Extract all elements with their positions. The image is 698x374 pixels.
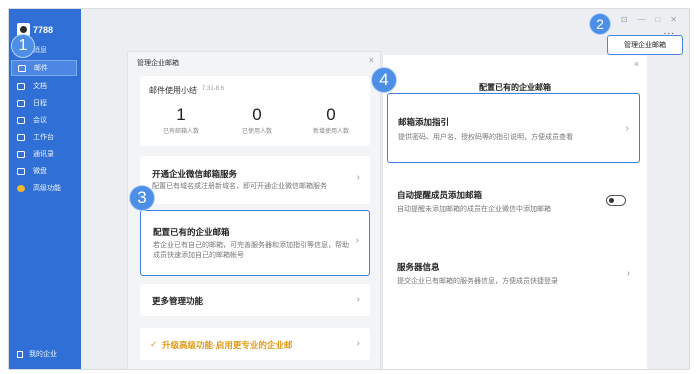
item-title: 邮箱添加指引 [398, 117, 450, 127]
item-description: 自动提醒未添加邮箱的成员在企业微信中添加邮箱 [397, 206, 551, 213]
contacts-icon [17, 150, 25, 158]
mail-add-guide-item[interactable]: 邮箱添加指引 提供密码、用户名、授权码等的指引说明，方便成员查看 › [387, 93, 640, 163]
chevron-right-icon: › [625, 123, 629, 134]
mail-icon [18, 64, 26, 72]
stat-used-count: 0 已使用人数 [222, 105, 292, 136]
chevron-right-icon: › [356, 172, 360, 183]
star-icon [17, 184, 25, 192]
card-description: 配置已有域名或注册新域名，即可开通企业微信邮箱服务 [152, 183, 327, 190]
card-description: 若企业已有自己的邮箱，可完善服务器和添加指引等信息，帮助成员快速添加自己的邮箱帐… [153, 242, 349, 259]
open-mail-service-card[interactable]: 开通企业微信邮箱服务 配置已有域名或注册新域名，即可开通企业微信邮箱服务 › [140, 156, 370, 204]
building-icon [17, 350, 23, 358]
close-icon[interactable]: ✕ [670, 15, 677, 24]
sidebar-item-label: 通讯录 [33, 151, 54, 158]
card-title: 更多管理功能 [152, 296, 204, 306]
chevron-right-icon: › [356, 338, 360, 349]
summary-date-range: 7.31-8.6 [202, 86, 225, 92]
server-info-item[interactable]: 服务器信息 提交企业已有邮箱的服务器信息，方便成员快捷登录 › [387, 251, 640, 295]
mail-usage-summary-card: 邮件使用小结 7.31-8.6 1 已有邮箱人数 0 已使用人数 0 新增使用人… [140, 76, 370, 146]
chevron-right-icon: › [355, 235, 359, 246]
grid-icon [17, 133, 25, 141]
drive-icon [17, 167, 25, 175]
step-marker-2: 2 [589, 13, 611, 35]
upgrade-icon: ✓ [150, 339, 158, 349]
stat-label: 已使用人数 [241, 129, 272, 135]
chevron-right-icon: › [356, 294, 360, 305]
sidebar-item-label: 工作台 [33, 134, 54, 141]
sidebar-item-label: 微盘 [33, 168, 47, 175]
sidebar-item-workbench[interactable]: 工作台 [11, 129, 77, 145]
more-management-card[interactable]: 更多管理功能 › [140, 284, 370, 316]
user-name: 7788 [33, 25, 54, 35]
auto-remind-item: 自动提醒成员添加邮箱 自动提醒未添加邮箱的成员在企业微信中添加邮箱 [387, 179, 640, 223]
sidebar-item-label: 高级功能 [33, 185, 61, 192]
pin-icon[interactable]: ⊡ [621, 15, 628, 24]
sidebar-item-my-enterprise[interactable]: 我的企业 [17, 349, 57, 359]
stat-value: 0 [252, 105, 262, 124]
configure-existing-mail-card[interactable]: 配置已有的企业邮箱 若企业已有自己的邮箱，可完善服务器和添加指引等信息，帮助成员… [140, 210, 370, 276]
sidebar-item-calendar[interactable]: 日程 [11, 95, 77, 111]
sidebar-item-label: 消息 [33, 47, 47, 54]
window-controls: ⊡ — □ ✕ [621, 15, 677, 24]
item-description: 提供密码、用户名、授权码等的指引说明，方便成员查看 [398, 134, 573, 141]
sidebar-item-meeting[interactable]: 会议 [11, 112, 77, 128]
sidebar-item-drive[interactable]: 微盘 [11, 163, 77, 179]
sidebar-item-contacts[interactable]: 通讯录 [11, 146, 77, 162]
panel-title: 配置已有的企业邮箱 [479, 83, 551, 92]
sidebar-item-label: 文档 [33, 83, 47, 90]
stat-value: 0 [326, 105, 336, 124]
sidebar-item-mail[interactable]: 邮件 [11, 60, 77, 76]
configure-existing-mail-panel: × 配置已有的企业邮箱 邮箱添加指引 提供密码、用户名、授权码等的指引说明，方便… [382, 55, 647, 369]
sidebar-item-docs[interactable]: 文档 [11, 78, 77, 94]
stat-label: 已有邮箱人数 [162, 129, 199, 135]
card-title: 升级高级功能·启用更专业的企业邮 [162, 340, 293, 350]
dialog-title: 管理企业邮箱 [137, 60, 179, 67]
app-window: 7788 消息 邮件 文档 日程 会议 工作台 通讯录 微盘 高级功能 我的企业… [8, 8, 690, 370]
calendar-icon [17, 99, 25, 107]
stat-label: 新增使用人数 [312, 129, 349, 135]
summary-title: 邮件使用小结 [149, 86, 197, 95]
dialog-close-button[interactable]: × [369, 55, 374, 65]
stat-mailbox-count: 1 已有邮箱人数 [146, 105, 216, 136]
maximize-icon[interactable]: □ [655, 15, 660, 24]
item-title: 自动提醒成员添加邮箱 [397, 190, 483, 200]
sidebar-item-label: 日程 [33, 100, 47, 107]
step-marker-4: 4 [371, 67, 397, 93]
stat-value: 1 [176, 105, 186, 124]
document-icon [17, 82, 25, 90]
chevron-right-icon: › [626, 268, 630, 279]
step-marker-3: 3 [129, 185, 155, 211]
meeting-icon [17, 116, 25, 124]
upgrade-card[interactable]: ✓ 升级高级功能·启用更专业的企业邮 › [140, 328, 370, 360]
sidebar: 7788 消息 邮件 文档 日程 会议 工作台 通讯录 微盘 高级功能 我的企业 [9, 9, 81, 369]
manage-mail-dialog: 管理企业邮箱 × 邮件使用小结 7.31-8.6 1 已有邮箱人数 0 已使用人… [127, 51, 381, 369]
sidebar-item-advanced[interactable]: 高级功能 [11, 180, 77, 196]
sidebar-item-label: 邮件 [34, 65, 48, 72]
stat-new-users: 0 新增使用人数 [296, 105, 366, 136]
sidebar-item-label: 我的企业 [29, 351, 57, 358]
minimize-icon[interactable]: — [637, 15, 645, 24]
auto-remind-toggle[interactable] [606, 195, 626, 206]
step-marker-1: 1 [11, 34, 35, 58]
sidebar-item-label: 会议 [33, 117, 47, 124]
card-title: 开通企业微信邮箱服务 [152, 169, 238, 179]
card-title: 配置已有的企业邮箱 [153, 227, 230, 237]
panel-close-button[interactable]: × [634, 59, 639, 69]
item-description: 提交企业已有邮箱的服务器信息，方便成员快捷登录 [397, 278, 558, 285]
item-title: 服务器信息 [397, 262, 440, 272]
manage-enterprise-mail-menu-item[interactable]: 管理企业邮箱 [607, 35, 683, 55]
